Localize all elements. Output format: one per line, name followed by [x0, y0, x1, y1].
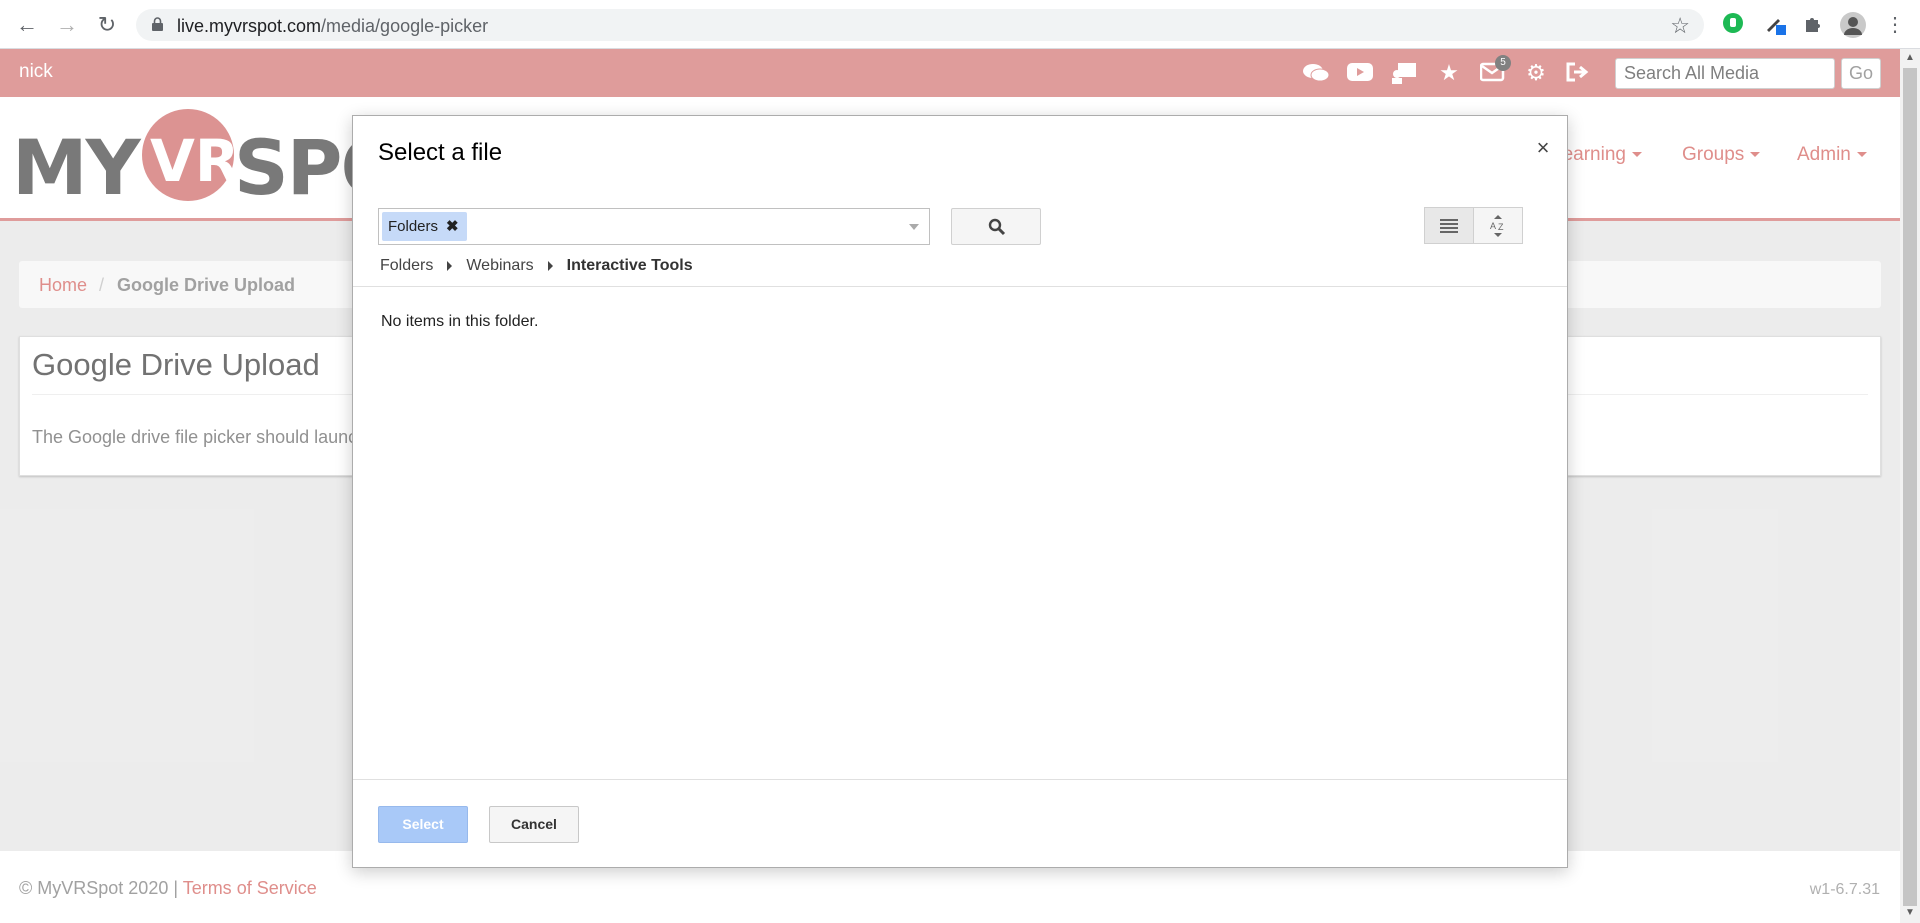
empty-folder-message: No items in this folder. [381, 313, 539, 330]
chevron-right-icon [447, 260, 453, 271]
browser-menu-icon[interactable]: ⋮ [1882, 12, 1908, 38]
back-icon[interactable]: ← [14, 12, 40, 38]
browser-toolbar: ← → ↻ live.myvrspot.com/media/google-pic… [0, 0, 1920, 49]
trail-folders[interactable]: Folders [380, 257, 433, 274]
picker-search-button[interactable] [951, 208, 1041, 245]
forward-icon[interactable]: → [54, 12, 80, 38]
folders-filter-chip: Folders ✖ [382, 212, 467, 241]
dropdown-arrow-icon[interactable] [909, 224, 919, 230]
view-options: AZ [1424, 207, 1523, 244]
cancel-button[interactable]: Cancel [489, 806, 579, 843]
divider [353, 779, 1567, 780]
chip-label: Folders [388, 218, 439, 235]
svg-text:A: A [1490, 221, 1496, 231]
dialog-title: Select a file [378, 139, 503, 166]
trail-interactive-tools: Interactive Tools [566, 257, 693, 274]
bookmark-star-icon[interactable]: ☆ [1670, 13, 1690, 39]
url-text: live.myvrspot.com/media/google-picker [177, 16, 488, 37]
url-path: /media/google-picker [321, 16, 489, 36]
remove-chip-icon[interactable]: ✖ [446, 218, 459, 235]
url-host: live.myvrspot.com [177, 16, 322, 36]
search-icon [988, 218, 1006, 236]
profile-avatar[interactable] [1840, 12, 1866, 38]
trail-webinars[interactable]: Webinars [466, 257, 533, 274]
close-icon[interactable]: × [1533, 137, 1553, 159]
select-button[interactable]: Select [378, 806, 468, 843]
extensions-puzzle-icon[interactable] [1800, 12, 1826, 38]
pen-extension-icon[interactable] [1762, 12, 1788, 38]
chevron-right-icon [547, 260, 553, 271]
picker-search-input[interactable]: Folders ✖ [378, 208, 930, 245]
svg-text:Z: Z [1498, 222, 1504, 232]
divider [353, 286, 1567, 287]
address-bar[interactable]: live.myvrspot.com/media/google-picker ☆ [136, 9, 1704, 41]
lock-icon [152, 17, 163, 31]
file-picker-dialog: Select a file × Folders ✖ AZ Folders Webin… [352, 115, 1568, 868]
reload-icon[interactable]: ↻ [94, 12, 120, 38]
folder-breadcrumb: Folders Webinars Interactive Tools [380, 257, 693, 275]
list-view-icon[interactable] [1424, 207, 1474, 244]
extension-green-icon[interactable] [1720, 12, 1746, 38]
sort-az-icon[interactable]: AZ [1473, 207, 1523, 244]
